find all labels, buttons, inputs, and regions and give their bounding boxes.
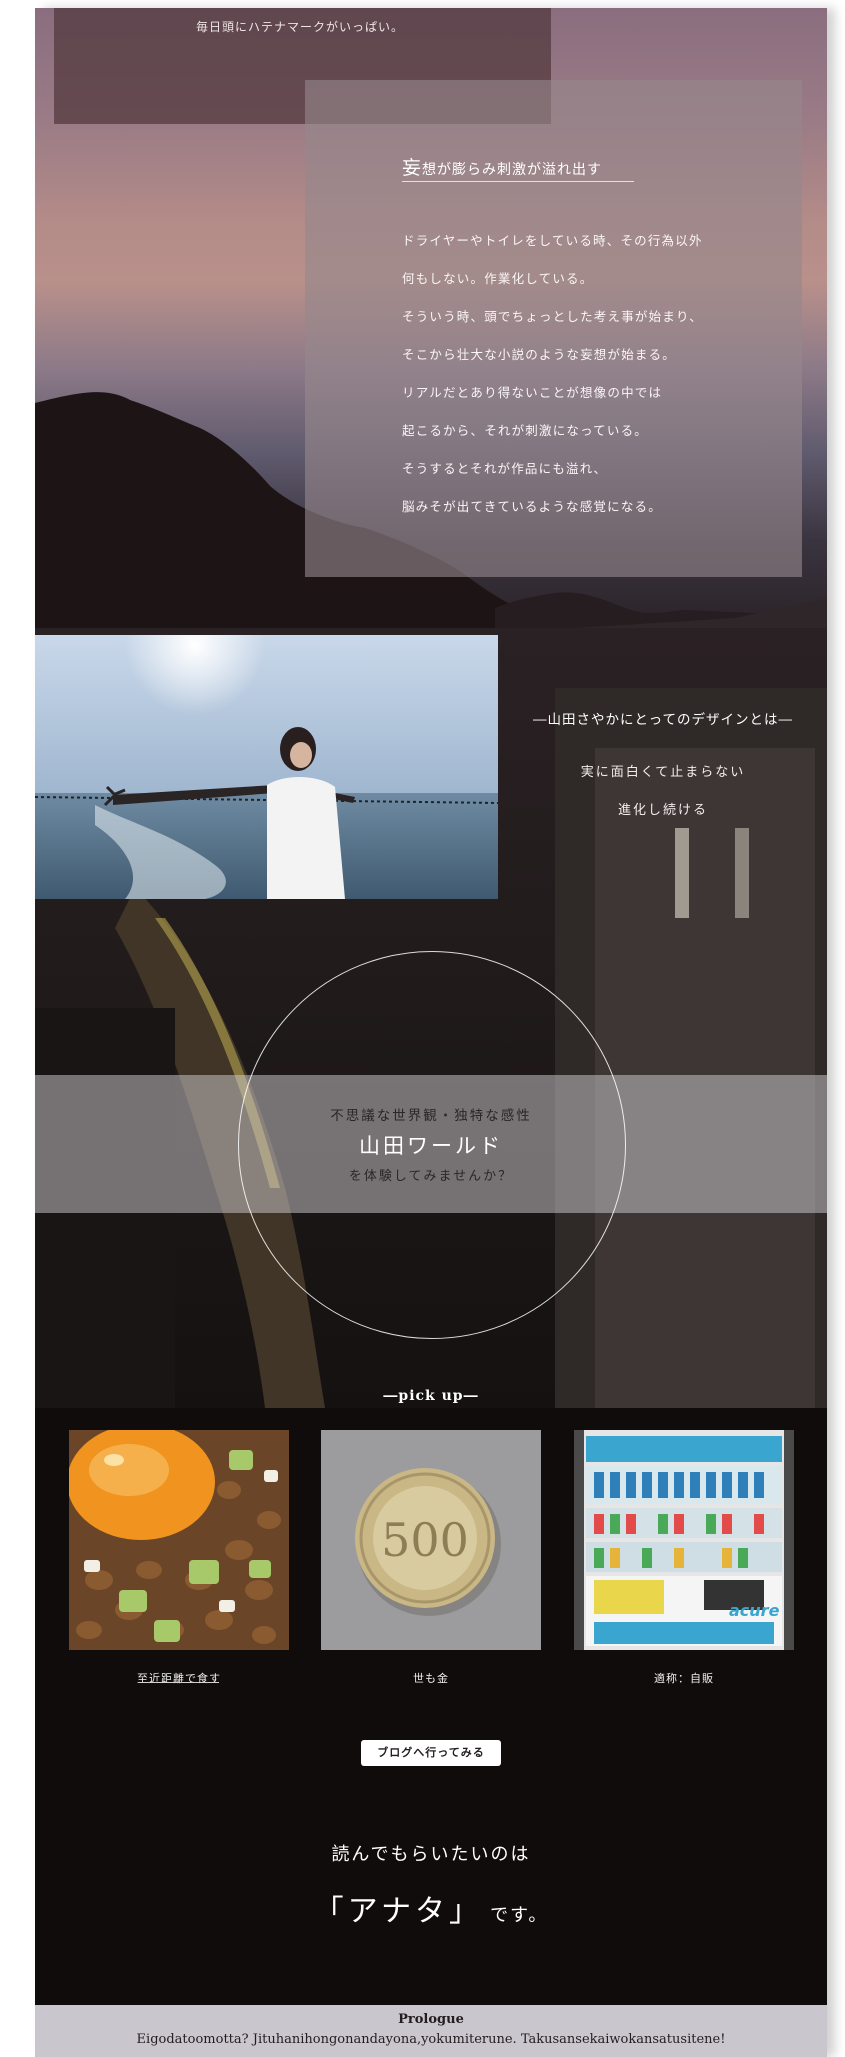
coin-value: 500	[381, 1513, 469, 1567]
world-invitation: を体験してみませんか？	[348, 1169, 514, 1184]
closing-anata: 「アナタ」 です。	[35, 1886, 827, 1930]
pickup-heading: ―pick up―	[383, 1388, 479, 1404]
vending-machine-image: acure	[574, 1430, 794, 1650]
design-heading: ―山田さやかにとってのデザインとは―	[533, 712, 793, 728]
vending-brand-label: acure	[729, 1601, 780, 1620]
desu-text: です。	[490, 1905, 549, 1926]
delusion-line: 脳みそが出てきているような感覚になる。	[402, 499, 662, 514]
design-line-2: 進化し続ける	[617, 803, 708, 818]
footer-title: Prologue	[398, 2012, 464, 2027]
delusion-line: ドライヤーやトイレをしている時、その行為以外	[402, 233, 703, 248]
pickup-card-natto[interactable]	[69, 1430, 289, 1650]
pickup-caption-natto[interactable]: 至近距離で食す	[69, 1670, 289, 1686]
delusion-line: リアルだとあり得ないことが想像の中では	[402, 385, 663, 400]
design-line-1: 実に面白くて止まらない	[580, 765, 746, 780]
landing-page: 毎日頭にハテナマークがいっぱい。 妄想が膨らみ刺激が溢れ出す ドライヤーやトイレ…	[35, 8, 827, 2057]
delusion-heading-initial: 妄	[402, 157, 423, 179]
anata-text: 「アナタ」	[313, 1894, 484, 1929]
pickup-caption-coin[interactable]: 世も金	[321, 1670, 541, 1686]
delusion-line: そうするとそれが作品にも溢れ、	[402, 461, 608, 476]
world-title: 山田ワールド	[359, 1134, 503, 1158]
prologue-footer: Prologue Eigodatoomotta? Jituhanihongona…	[35, 2005, 827, 2057]
blog-button[interactable]: ブログへ行ってみる	[361, 1740, 501, 1766]
pickup-card-vending[interactable]: acure	[574, 1430, 794, 1650]
person-at-sea-image	[35, 635, 498, 899]
pickup-caption-vending[interactable]: 適称：自販	[574, 1670, 794, 1686]
closing-line: 読んでもらいたいのは	[331, 1844, 531, 1865]
delusion-line: そういう時、頭でちょっとした考え事が始まり、	[402, 309, 703, 324]
delusion-line: 起こるから、それが刺激になっている。	[402, 423, 648, 438]
world-tagline: 不思議な世界観・独特な感性	[330, 1108, 532, 1124]
caption-underline	[139, 1682, 219, 1683]
top-caption: 毎日頭にハテナマークがいっぱい。	[196, 20, 405, 34]
footer-text: Eigodatoomotta? Jituhanihongonandayona,y…	[136, 2032, 726, 2047]
delusion-panel: 妄想が膨らみ刺激が溢れ出す ドライヤーやトイレをしている時、その行為以外 何もし…	[305, 80, 802, 577]
delusion-line: 何もしない。作業化している。	[402, 271, 594, 286]
delusion-body: ドライヤーやトイレをしている時、その行為以外 何もしない。作業化している。 そう…	[402, 232, 782, 536]
pickup-card-coin[interactable]: 500	[321, 1430, 541, 1650]
delusion-line: そこから壮大な小説のような妄想が始まる。	[402, 347, 677, 362]
heading-divider	[402, 181, 634, 182]
delusion-heading-rest: 想が膨らみ刺激が溢れ出す	[422, 162, 603, 178]
coin-image: 500	[321, 1430, 541, 1650]
natto-egg-image	[69, 1430, 289, 1650]
beach-photo	[35, 635, 498, 899]
delusion-heading: 妄想が膨らみ刺激が溢れ出す	[402, 153, 602, 180]
